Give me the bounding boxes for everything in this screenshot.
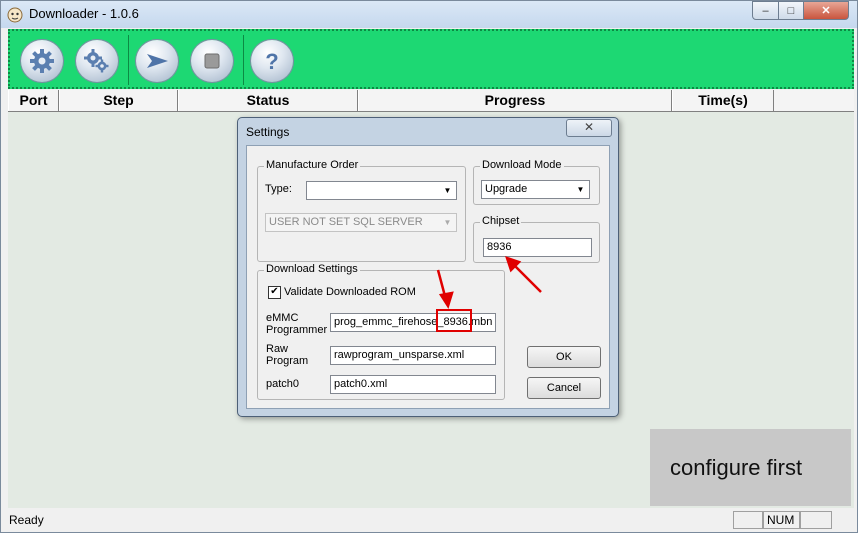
- ok-button[interactable]: OK: [527, 346, 601, 368]
- chevron-down-icon: ▼: [576, 185, 585, 194]
- validate-checkbox[interactable]: ✔: [268, 286, 281, 299]
- advanced-settings-button[interactable]: [76, 40, 118, 82]
- raw-program-input[interactable]: rawprogram_unsparse.xml: [330, 346, 496, 365]
- settings-button[interactable]: [21, 40, 63, 82]
- overlay-text: configure first: [670, 455, 803, 480]
- chipset-input[interactable]: 8936: [483, 238, 592, 257]
- status-bar: Ready NUM: [5, 509, 857, 531]
- download-settings-group: Download Settings ✔ Validate Downloaded …: [257, 263, 505, 400]
- minimize-button[interactable]: –: [752, 1, 779, 20]
- column-progress[interactable]: Progress: [358, 90, 672, 111]
- download-mode-value: Upgrade: [485, 183, 528, 195]
- table-header: Port Step Status Progress Time(s): [8, 90, 854, 112]
- chevron-down-icon: ▼: [443, 218, 452, 227]
- status-pane-scroll: [800, 511, 832, 529]
- help-icon: ?: [265, 49, 278, 74]
- chipset-legend: Chipset: [480, 215, 522, 227]
- stop-icon: [204, 53, 220, 69]
- download-mode-combobox[interactable]: Upgrade ▼: [481, 180, 590, 199]
- help-button[interactable]: ?: [251, 40, 293, 82]
- title-bar[interactable]: Downloader - 1.0.6 – □ ✕: [1, 1, 857, 28]
- window-title: Downloader - 1.0.6: [29, 6, 139, 21]
- manufacture-order-legend: Manufacture Order: [264, 159, 361, 171]
- dialog-title: Settings: [246, 125, 290, 139]
- validate-label: Validate Downloaded ROM: [284, 286, 416, 298]
- manufacture-order-group: Manufacture Order Type: ▼ USER NOT SET S…: [257, 159, 466, 262]
- highlight-box: [436, 309, 472, 332]
- stop-button[interactable]: [191, 40, 233, 82]
- svg-text:?: ?: [265, 49, 278, 74]
- patch0-input[interactable]: patch0.xml: [330, 375, 496, 394]
- raw-program-label: Raw Program: [266, 343, 309, 367]
- emmc-label: eMMC Programmer: [266, 312, 328, 336]
- toolbar: ?: [8, 29, 854, 89]
- status-text: Ready: [9, 513, 44, 527]
- column-time[interactable]: Time(s): [672, 90, 774, 111]
- start-arrow-icon: [147, 54, 168, 68]
- column-port[interactable]: Port: [8, 90, 59, 111]
- gear-icon: [30, 49, 54, 73]
- maximize-button[interactable]: □: [778, 1, 804, 20]
- instruction-overlay: configure first: [650, 429, 851, 506]
- start-button[interactable]: [136, 40, 178, 82]
- toolbar-separator: [243, 35, 244, 85]
- type-label: Type:: [265, 183, 292, 195]
- cancel-button[interactable]: Cancel: [527, 377, 601, 399]
- server-combobox: USER NOT SET SQL SERVER ▼: [265, 213, 457, 232]
- server-value: USER NOT SET SQL SERVER: [269, 216, 423, 228]
- patch0-label: patch0: [266, 378, 300, 390]
- status-pane-num: NUM: [763, 511, 800, 529]
- toolbar-separator: [128, 35, 129, 85]
- close-button[interactable]: ✕: [803, 1, 849, 20]
- download-settings-legend: Download Settings: [264, 263, 360, 275]
- type-combobox[interactable]: ▼: [306, 181, 457, 200]
- download-mode-legend: Download Mode: [480, 159, 564, 171]
- gears-icon: [84, 49, 109, 73]
- dialog-body: Manufacture Order Type: ▼ USER NOT SET S…: [246, 145, 610, 409]
- settings-dialog: Settings ✕ Manufacture Order Type: ▼ USE…: [237, 117, 619, 417]
- column-status[interactable]: Status: [178, 90, 358, 111]
- column-step[interactable]: Step: [59, 90, 178, 111]
- app-icon: [7, 7, 23, 23]
- dialog-close-button[interactable]: ✕: [566, 119, 612, 137]
- status-pane-caps: [733, 511, 763, 529]
- download-mode-group: Download Mode Upgrade ▼: [473, 159, 600, 205]
- chevron-down-icon: ▼: [443, 186, 452, 195]
- chipset-group: Chipset 8936: [473, 215, 600, 263]
